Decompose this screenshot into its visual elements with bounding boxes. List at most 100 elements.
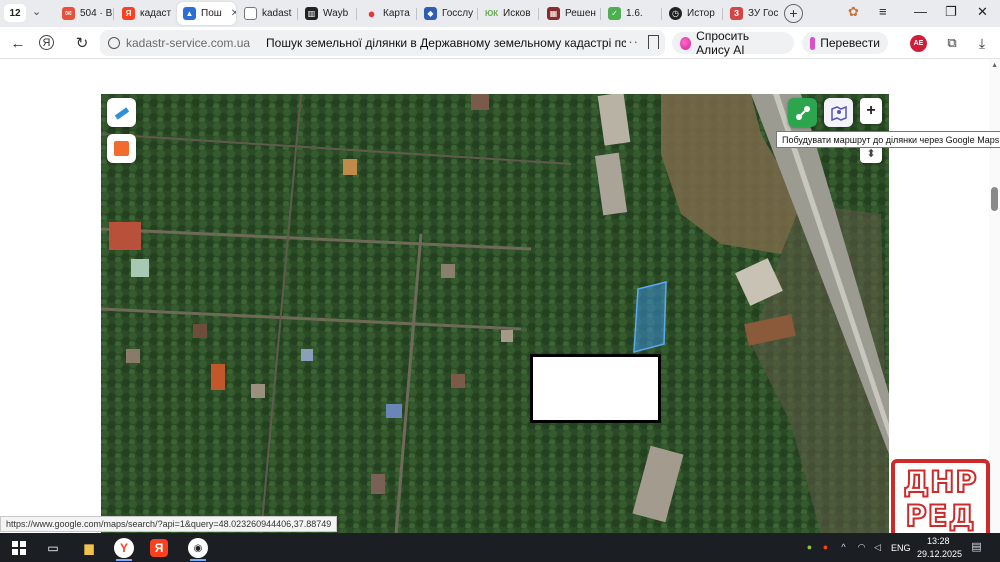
status-bar-url: https://www.google.com/maps/search/?api=… bbox=[0, 516, 338, 532]
zu-icon: З bbox=[730, 7, 743, 20]
tab-label: Истор bbox=[687, 8, 715, 19]
history-icon: ◷ bbox=[669, 7, 682, 20]
sheet-icon: ✓ bbox=[608, 7, 621, 20]
tab-label: 1.6. bbox=[626, 8, 643, 19]
tab-search-active[interactable]: ▲ Пош ✕ bbox=[177, 2, 236, 25]
translate-label: Перевести bbox=[820, 36, 880, 50]
square-icon bbox=[114, 141, 129, 156]
tab-mail[interactable]: ✉ 504 · В bbox=[56, 3, 112, 24]
scrollbar-thumb[interactable] bbox=[991, 187, 998, 211]
tab-label: Wayb bbox=[323, 8, 349, 19]
wifi-icon[interactable]: ◠ bbox=[856, 542, 867, 553]
map-layers-icon bbox=[830, 105, 847, 121]
ask-alice-button[interactable]: Спросить Алису AI bbox=[672, 29, 794, 57]
yandex-home-icon[interactable]: Я bbox=[39, 35, 54, 50]
restore-icon[interactable]: ❐ bbox=[945, 4, 957, 20]
route-button[interactable] bbox=[788, 98, 817, 127]
start-button[interactable] bbox=[8, 537, 30, 558]
tray-app-icon[interactable]: ● bbox=[804, 542, 815, 553]
tray-chevron-icon[interactable]: ^ bbox=[838, 542, 849, 553]
gov-icon: ◆ bbox=[424, 7, 437, 20]
wayback-icon: ▥ bbox=[305, 7, 318, 20]
tab-label: ЗУ Гос bbox=[748, 8, 779, 19]
tab-lawsuit[interactable]: ЮК Исков bbox=[479, 3, 537, 24]
minimize-icon[interactable]: — bbox=[914, 4, 927, 19]
lawsuit-icon: ЮК bbox=[484, 9, 499, 18]
windows-taskbar: ▭ ▆ Y Я ◉ ● ● ^ ◠ ◁ ENG 13:28 29.12.2025… bbox=[0, 533, 1000, 562]
map-view-button[interactable] bbox=[824, 98, 853, 127]
bookmark-icon[interactable] bbox=[648, 35, 659, 49]
close-window-icon[interactable]: ✕ bbox=[977, 4, 988, 20]
satellite-imagery bbox=[101, 94, 889, 534]
mail-icon: ✉ bbox=[62, 7, 75, 20]
clock-time[interactable]: 13:28 bbox=[927, 536, 950, 546]
zoom-in-button[interactable]: + bbox=[860, 98, 882, 124]
messenger-icon[interactable]: ◉ bbox=[188, 538, 208, 558]
tab-label: Исков bbox=[503, 8, 531, 19]
document-icon bbox=[244, 7, 257, 20]
new-tab-button[interactable]: + bbox=[784, 4, 803, 23]
land-parcel-highlight bbox=[633, 281, 667, 353]
yandex-app-icon[interactable]: Я bbox=[150, 539, 168, 557]
tab-map[interactable]: ● Карта bbox=[359, 3, 414, 24]
route-icon bbox=[795, 105, 810, 120]
watermark-logo: ДНР РЕД bbox=[891, 459, 990, 540]
translate-icon bbox=[810, 36, 816, 50]
extension-icon[interactable]: ✿ bbox=[848, 4, 859, 20]
windows-icon bbox=[12, 540, 26, 555]
menu-icon[interactable]: ≡ bbox=[879, 4, 887, 19]
tab-kadastr-yandex[interactable]: Я кадаст bbox=[116, 3, 174, 24]
tab-label: Карта bbox=[383, 8, 410, 19]
navigation-bar: ← Я ↻ kadastr-service.com.ua Пошук земел… bbox=[0, 27, 1000, 59]
tab-wayback[interactable]: ▥ Wayb bbox=[299, 3, 355, 24]
close-icon[interactable]: ✕ bbox=[231, 8, 236, 19]
clock-date[interactable]: 29.12.2025 bbox=[917, 549, 962, 559]
reload-icon[interactable]: ↻ bbox=[72, 33, 92, 53]
tab-counter[interactable]: 12 bbox=[4, 4, 26, 22]
tab-zu[interactable]: З ЗУ Гос bbox=[724, 3, 780, 24]
back-icon[interactable]: ← bbox=[8, 33, 28, 53]
address-domain: kadastr-service.com.ua bbox=[126, 36, 251, 50]
map-pin-icon: ● bbox=[367, 6, 376, 21]
yandex-icon: Я bbox=[122, 7, 135, 20]
avatar[interactable]: AE bbox=[910, 35, 927, 52]
court-icon: ▦ bbox=[547, 7, 560, 20]
ask-alice-label: Спросить Алису AI bbox=[696, 29, 750, 57]
scroll-up-icon[interactable]: ▲ bbox=[991, 62, 998, 69]
tab-label: Пош bbox=[201, 8, 222, 19]
tab-kadastr-doc[interactable]: kadast bbox=[238, 3, 296, 24]
translate-button[interactable]: Перевести bbox=[802, 32, 888, 54]
tab-gov-services[interactable]: ◆ Госслу bbox=[418, 3, 476, 24]
alice-icon bbox=[680, 36, 692, 50]
volume-icon[interactable]: ◁ bbox=[872, 542, 883, 553]
watermark-line-1: ДНР bbox=[902, 464, 978, 500]
collections-icon[interactable]: ⧉ bbox=[942, 33, 962, 53]
download-icon[interactable]: ⤓ bbox=[972, 33, 992, 53]
satellite-map[interactable] bbox=[101, 94, 889, 534]
file-explorer-icon[interactable]: ▆ bbox=[78, 537, 100, 558]
tab-history[interactable]: ◷ Истор bbox=[663, 3, 721, 24]
tab-label: 504 · В bbox=[80, 8, 112, 19]
tab-court-decision[interactable]: ▦ Решен bbox=[541, 3, 599, 24]
watermark-line-2: РЕД bbox=[905, 498, 976, 534]
route-tooltip: Побудувати маршрут до ділянки через Goog… bbox=[776, 131, 1000, 148]
input-language[interactable]: ENG bbox=[891, 543, 911, 553]
tab-sheet[interactable]: ✓ 1.6. bbox=[602, 3, 660, 24]
tab-label: кадаст bbox=[140, 8, 172, 19]
draw-area-button[interactable] bbox=[107, 134, 136, 163]
more-icon[interactable]: ··· bbox=[623, 34, 639, 49]
tray-yandex-icon[interactable]: ● bbox=[820, 542, 831, 553]
task-view-icon[interactable]: ▭ bbox=[42, 537, 64, 558]
address-page-title: Пошук земельної ділянки в Державному зем… bbox=[266, 36, 627, 50]
kadastr-icon: ▲ bbox=[183, 7, 196, 20]
chevron-down-icon[interactable]: ⌄ bbox=[32, 5, 41, 18]
yandex-browser-icon[interactable]: Y bbox=[114, 538, 134, 558]
tab-label: kadast bbox=[262, 8, 292, 19]
tab-label: Решен bbox=[565, 8, 596, 19]
redaction-box bbox=[530, 354, 661, 423]
address-bar[interactable]: kadastr-service.com.ua Пошук земельної д… bbox=[100, 30, 665, 56]
tab-label: Госслу bbox=[442, 8, 474, 19]
tab-strip: 12 ⌄ ✉ 504 · В Я кадаст ▲ Пош ✕ kadast ▥… bbox=[0, 0, 1000, 27]
notifications-icon[interactable]: ▤ bbox=[971, 542, 982, 553]
measure-button[interactable] bbox=[107, 98, 136, 127]
